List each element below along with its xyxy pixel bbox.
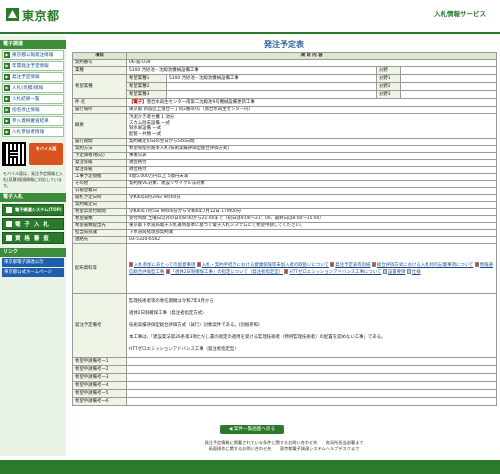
doc-link[interactable]: 入札・契約手続きにおける健康保険等未加入者の取扱いについて	[202, 263, 329, 268]
table-row: 契約番号 06-殺-039	[72, 59, 498, 67]
pdf-icon	[371, 261, 376, 267]
order-plan-table: 項目 項 目 内 容 契約番号 06-殺-039 業種 5300 汚砂池・沈殿池…	[72, 52, 498, 406]
table-row: 希望業種3 分野3	[73, 90, 498, 99]
table-row: 連絡先 03-5320-6562	[72, 236, 498, 244]
table-row: 希望申請備考一2	[72, 365, 498, 374]
mobile-section: モバイル版	[2, 140, 64, 168]
col-item-header: 項目	[72, 52, 127, 60]
sidebar-item-annual-plan[interactable]: ▶ 年間発注予定情報	[2, 61, 64, 71]
table-row: 公報登載日	[72, 187, 498, 195]
service-title: 入札情報サービス	[434, 10, 486, 18]
doc-link[interactable]: 設置要領	[388, 270, 406, 275]
link-tokyo-homepage[interactable]: 東京都公式ホームページ	[2, 268, 64, 277]
table-row: 発注等級 規位格付	[72, 159, 498, 167]
main-content: 発注予定表 項目 項 目 内 容 契約番号 06-殺-039 業種 5300 汚…	[72, 38, 498, 406]
table-row: 配布資料等 入札参加にあたっての留意事項 入札・契約手続きにおける健康保険等未加…	[72, 243, 498, 294]
overview-value: 汚泥かき寄せ機 1 池分 スカム除去設備 一式 制水扉設備 一式 配管・弁類 一…	[125, 113, 498, 139]
doc-link[interactable]: HTTゼロエミッションアドバンス工事について	[289, 270, 381, 275]
table-row: 担当局部課 下水道局経理部契約課	[72, 229, 498, 237]
arrow-icon: ▶	[4, 74, 10, 80]
sidebar-item-bid-info[interactable]: ▶ 入札(見積)情報	[2, 83, 64, 93]
arrow-icon: ▶	[4, 118, 10, 124]
arrow-icon: ▶	[4, 85, 10, 91]
table-row: 件 名 【電子】落合水再生センター南第二沈殿池9号機械設備更新工事	[72, 98, 498, 107]
pdf-icon	[165, 268, 170, 274]
table-row: 希望業種 希望業種1 5300 汚砂池・沈殿池機械設備工事 分野1	[72, 74, 498, 99]
table-row: 業種 5300 汚砂池・沈殿池機械設備工事 分野	[72, 66, 498, 75]
arrow-icon: ▶	[4, 129, 10, 135]
sidebar: 電子調達 ▶ 東京都公報発注情報 ▶ 年間発注予定情報 ▶ 発注予定情報 ▶ 入札(見積…	[0, 36, 66, 456]
table-row: 希望業種2 分野2	[73, 82, 498, 91]
arrow-icon: ▶	[4, 63, 10, 69]
table-row: 履行期間 契約確定の日の翌日から540日間	[72, 138, 498, 146]
sidebar-item-bid-results[interactable]: ▶ 入札結果一覧	[2, 94, 64, 104]
table-row: 希望申請備考一3	[72, 373, 498, 382]
pdf-icon	[196, 261, 201, 267]
file-icon	[406, 268, 411, 274]
table-row: 希望申請備考一4	[72, 381, 498, 390]
docs-cell: 入札参加にあたっての留意事項 入札・契約手続きにおける健康保険等未加入者の取扱い…	[125, 243, 498, 294]
pdf-icon	[474, 261, 479, 267]
sidebar-section-title: 電子調達	[0, 40, 66, 49]
arrow-icon: ▶	[4, 52, 10, 58]
pdf-icon	[284, 268, 289, 274]
doc-link[interactable]: 総合評価方式における入札時の記載事項について	[377, 263, 473, 268]
table-row: 希望申請備考一1	[72, 357, 498, 366]
logo-text[interactable]: 東京都	[22, 7, 60, 24]
table-row: 工事予定規模 4億5,000万円以上 5億円未満	[72, 173, 498, 181]
table-row: 希望票受付期間 令和6年7月5日 9時00分から令和6年7月12日 17時00分	[72, 208, 498, 216]
sidebar-item-participants[interactable]: ▶ 入札参加者情報	[2, 127, 64, 137]
project-name: 【電子】落合水再生センター南第二沈殿池9号機械設備更新工事	[125, 98, 498, 107]
sidebar-section-title-links: リンク	[0, 248, 66, 257]
table-row: 希望書類提出先 東京都下水道局電子入札運用基準に基づく電子入札システムにて希望申…	[72, 222, 498, 230]
table-row: 発注予定備考 監理技術者等の専任期間は令和7年4月から 週休2日制確保工事（発注…	[72, 293, 498, 358]
industry-value: 5300 汚砂池・沈殿池機械設備工事	[126, 66, 377, 75]
table-row: 希望書類 受付時間 土曜日以外の日の8:00から21:00まで（初日は9:00〜…	[72, 215, 498, 223]
table-row: 契約確定日	[72, 201, 498, 209]
table-row: その他 契約後VE対象、建設リサイクル法対象	[72, 180, 498, 188]
table-row: 開札予定日時 令和6年8月29日 9時00分	[72, 194, 498, 202]
doc-link[interactable]: 入札参加にあたっての留意事項	[134, 263, 195, 268]
footer-contact: 発注予定情報に掲載されている条件に関するお問い合わせ先 各局所担当部署まで 画面…	[204, 440, 364, 451]
page-title: 発注予定表	[264, 40, 304, 49]
doc-link[interactable]: 仕様	[412, 270, 421, 275]
system-icon	[6, 207, 12, 213]
remarks-cell: 監理技術者等の専任期間は令和7年4月から 週休2日制確保工事（発注者指定方式） …	[125, 293, 498, 358]
mobile-note: モバイル版は、発注予定情報と入札(見積)経過情報に対応しています。	[3, 171, 63, 188]
link-procurement-notice[interactable]: 東京都電子調達公示	[2, 258, 64, 267]
sidebar-item-order-plan[interactable]: ▶ 発注予定情報	[2, 72, 64, 82]
col-content-header: 項 目 内 容	[125, 52, 498, 60]
table-row: 予定価格(税込) 事後公表	[72, 152, 498, 160]
table-row: 希望申請備考一5	[72, 389, 498, 398]
pdf-icon	[330, 261, 335, 267]
doc-link[interactable]: 発注予定表等別紙	[335, 263, 370, 268]
procurement-system-button[interactable]: 電子調達システム(TOP)	[2, 204, 64, 216]
sidebar-section-title-ebid: 電子入札	[0, 193, 66, 202]
doc-link[interactable]: 「週休2日制確保工事」の指定について（発注者指定型）	[171, 270, 283, 275]
table-row: 希望申請備考一6	[72, 397, 498, 406]
pdf-icon	[129, 261, 133, 267]
sidebar-item-gazette[interactable]: ▶ 東京都公報発注情報	[2, 50, 64, 60]
review-icon	[6, 235, 12, 241]
file-icon	[382, 268, 387, 274]
contract-number: 06-殺-039	[125, 59, 498, 67]
table-header-row: 項目 項 目 内 容	[72, 52, 498, 60]
site-header: 東京都 入札情報サービス	[0, 0, 500, 34]
back-to-list-button[interactable]: ◀ 案件一覧画面へ戻る	[220, 425, 284, 434]
footer-bar	[0, 460, 500, 474]
sidebar-item-qualification[interactable]: ▶ 参入資格審査結果	[2, 116, 64, 126]
table-row: 履行場所 東京都 新宿区上落合一丁目2番40号（落合水再生センター内）	[72, 106, 498, 114]
table-row: 発注等級 規位格付	[72, 166, 498, 174]
qualification-review-button[interactable]: 資 格 審 査	[2, 232, 64, 244]
sidebar-item-suspension[interactable]: ▶ 指名停止情報	[2, 105, 64, 115]
bid-icon	[6, 221, 12, 227]
tokyo-logo-icon	[6, 8, 19, 21]
e-bidding-button[interactable]: 電 子 入 札	[2, 218, 64, 230]
arrow-icon: ▶	[4, 96, 10, 102]
qr-code-icon	[2, 142, 26, 166]
arrow-icon: ▶	[4, 107, 10, 113]
table-row: 概要 汚泥かき寄せ機 1 池分 スカム除去設備 一式 制水扉設備 一式 配管・弁…	[72, 113, 498, 139]
mobile-version-button[interactable]: モバイル版	[29, 143, 63, 165]
table-row: 契約方法 希望制指名競争入札(技術実績評価型総合評価方式)	[72, 145, 498, 153]
